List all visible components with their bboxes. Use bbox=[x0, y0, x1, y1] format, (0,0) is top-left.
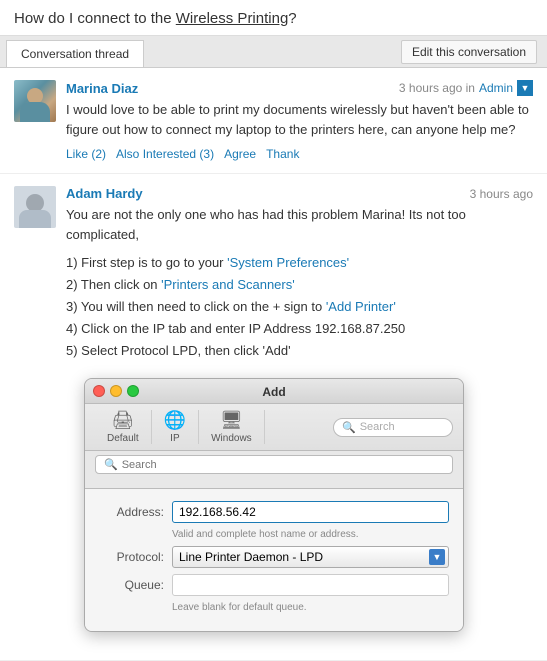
conversation-area: Marina Diaz 3 hours ago in Admin ▼ I wou… bbox=[0, 68, 547, 661]
queue-input[interactable] bbox=[172, 574, 449, 596]
mac-search-bar-row: 🔍 bbox=[85, 451, 463, 489]
address-hint: Valid and complete host name or address. bbox=[172, 529, 449, 540]
protocol-select[interactable]: Line Printer Daemon - LPD bbox=[172, 546, 449, 568]
mac-dialog: Add 🖨 Default 🌐 IP 🖥 Windows bbox=[84, 378, 464, 632]
avatar-marina bbox=[14, 80, 56, 122]
post-body-marina: I would love to be able to print my docu… bbox=[66, 100, 533, 139]
mac-toolbar: 🖨 Default 🌐 IP 🖥 Windows 🔍 Search bbox=[85, 404, 463, 451]
mac-toolbar-search: 🔍 Search bbox=[333, 418, 453, 437]
address-input[interactable] bbox=[172, 501, 449, 523]
toolbar-default[interactable]: 🖨 Default bbox=[95, 410, 152, 444]
mac-dialog-title: Add bbox=[262, 385, 285, 399]
protocol-label: Protocol: bbox=[99, 550, 164, 564]
tab-conversation-thread[interactable]: Conversation thread bbox=[6, 40, 144, 67]
dropdown-arrow-marina[interactable]: ▼ bbox=[517, 80, 533, 96]
step-2-highlight: 'Printers and Scanners' bbox=[161, 277, 295, 292]
search-icon: 🔍 bbox=[342, 421, 356, 434]
ip-icon: 🌐 bbox=[164, 410, 186, 431]
queue-label: Queue: bbox=[99, 578, 164, 592]
step-list: 1) First step is to go to your 'System P… bbox=[66, 252, 533, 362]
post-content-marina: Marina Diaz 3 hours ago in Admin ▼ I wou… bbox=[66, 80, 533, 161]
mac-maximize-button[interactable] bbox=[127, 385, 139, 397]
step-3-highlight: 'Add Printer' bbox=[326, 299, 396, 314]
avatar-adam bbox=[14, 186, 56, 228]
search-placeholder: Search bbox=[360, 421, 395, 433]
windows-icon: 🖥 bbox=[220, 410, 243, 431]
mac-window-buttons bbox=[93, 385, 139, 397]
address-label: Address: bbox=[99, 505, 164, 519]
address-row: Address: bbox=[99, 501, 449, 523]
post-marina: Marina Diaz 3 hours ago in Admin ▼ I wou… bbox=[0, 68, 547, 174]
protocol-row: Protocol: Line Printer Daemon - LPD ▼ bbox=[99, 546, 449, 568]
queue-row: Queue: bbox=[99, 574, 449, 596]
step-1-highlight: 'System Preferences' bbox=[227, 255, 349, 270]
toolbar-ip-label: IP bbox=[170, 433, 179, 444]
page-title: How do I connect to the Wireless Printin… bbox=[14, 10, 533, 27]
search-bar-input[interactable] bbox=[122, 459, 444, 471]
mac-minimize-button[interactable] bbox=[110, 385, 122, 397]
toolbar-windows[interactable]: 🖥 Windows bbox=[199, 410, 265, 444]
action-agree[interactable]: Agree bbox=[224, 147, 256, 161]
protocol-select-wrapper: Line Printer Daemon - LPD ▼ bbox=[172, 546, 449, 568]
tab-bar: Conversation thread Edit this conversati… bbox=[0, 36, 547, 68]
step-3: 3) You will then need to click on the + … bbox=[66, 296, 533, 318]
action-thank[interactable]: Thank bbox=[266, 147, 299, 161]
avatar-adam-inner bbox=[14, 186, 56, 228]
toolbar-windows-label: Windows bbox=[211, 433, 252, 444]
default-icon: 🖨 bbox=[111, 410, 134, 431]
post-meta-marina: Marina Diaz 3 hours ago in Admin ▼ bbox=[66, 80, 533, 96]
post-time-marina: 3 hours ago in Admin ▼ bbox=[399, 80, 533, 96]
step-2: 2) Then click on 'Printers and Scanners' bbox=[66, 274, 533, 296]
post-adam: Adam Hardy 3 hours ago You are not the o… bbox=[0, 174, 547, 661]
mac-search-bar[interactable]: 🔍 bbox=[95, 455, 453, 474]
action-also-interested[interactable]: Also Interested (3) bbox=[116, 147, 214, 161]
mac-close-button[interactable] bbox=[93, 385, 105, 397]
step-5: 5) Select Protocol LPD, then click 'Add' bbox=[66, 340, 533, 362]
toolbar-ip[interactable]: 🌐 IP bbox=[152, 410, 199, 444]
page-header: How do I connect to the Wireless Printin… bbox=[0, 0, 547, 36]
post-body-adam-intro: You are not the only one who has had thi… bbox=[66, 205, 533, 244]
admin-link[interactable]: Admin bbox=[479, 81, 513, 95]
toolbar-default-label: Default bbox=[107, 433, 139, 444]
action-like[interactable]: Like (2) bbox=[66, 147, 106, 161]
post-actions-marina: Like (2) Also Interested (3) Agree Thank bbox=[66, 147, 533, 161]
step-1: 1) First step is to go to your 'System P… bbox=[66, 252, 533, 274]
post-meta-adam: Adam Hardy 3 hours ago bbox=[66, 186, 533, 201]
search-bar-icon: 🔍 bbox=[104, 458, 118, 471]
mac-dialog-wrapper: Add 🖨 Default 🌐 IP 🖥 Windows bbox=[14, 370, 533, 648]
step-4: 4) Click on the IP tab and enter IP Addr… bbox=[66, 318, 533, 340]
author-marina[interactable]: Marina Diaz bbox=[66, 81, 138, 96]
post-content-adam: Adam Hardy 3 hours ago You are not the o… bbox=[66, 186, 533, 370]
edit-conversation-button[interactable]: Edit this conversation bbox=[401, 40, 537, 64]
post-time-adam: 3 hours ago bbox=[470, 187, 533, 201]
mac-titlebar: Add bbox=[85, 379, 463, 404]
mac-dialog-body: Address: Valid and complete host name or… bbox=[85, 489, 463, 631]
time-text-adam: 3 hours ago bbox=[470, 187, 533, 201]
author-adam[interactable]: Adam Hardy bbox=[66, 186, 143, 201]
post-adam-header-row: Adam Hardy 3 hours ago You are not the o… bbox=[14, 186, 533, 370]
time-text-marina: 3 hours ago in bbox=[399, 81, 475, 95]
